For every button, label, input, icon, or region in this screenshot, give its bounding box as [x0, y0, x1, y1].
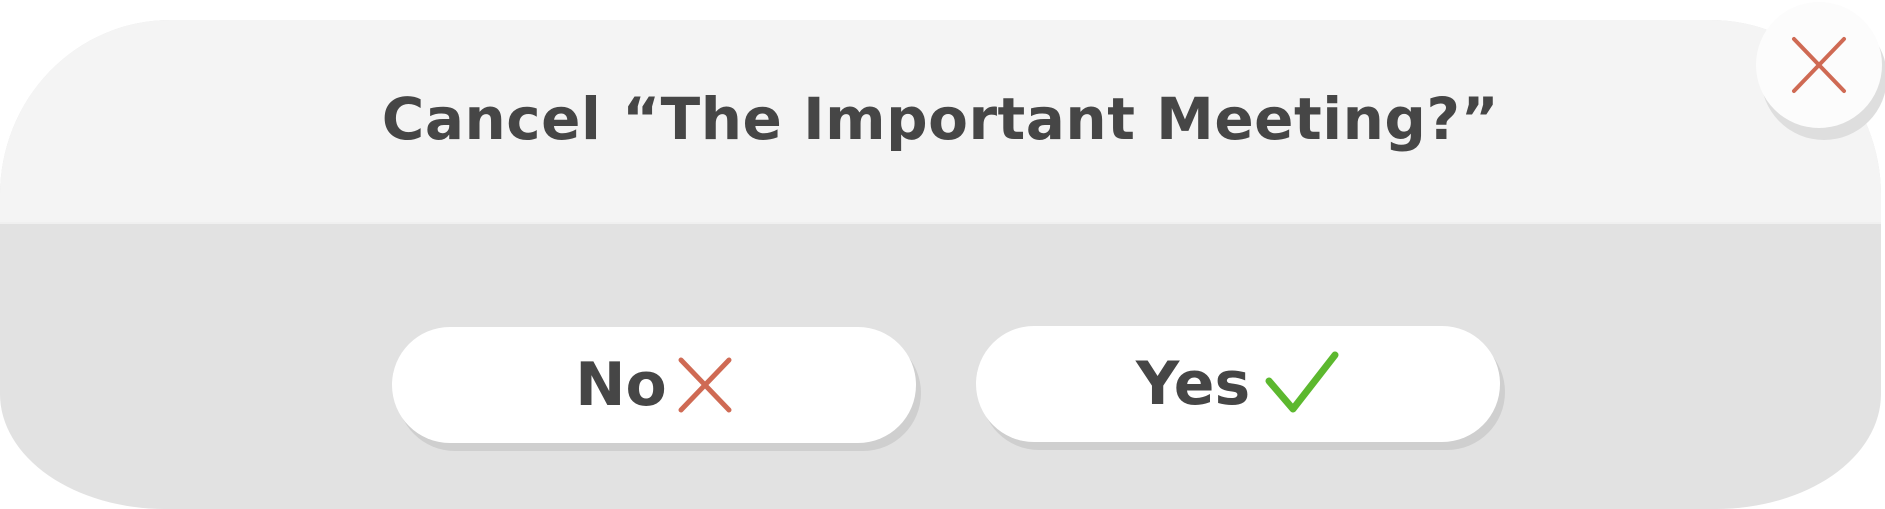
- cancel-meeting-dialog: Cancel “The Important Meeting?” No Yes: [0, 20, 1881, 509]
- x-mark-icon: [678, 357, 732, 413]
- close-button[interactable]: [1756, 2, 1882, 128]
- check-mark-icon: [1265, 351, 1339, 413]
- dialog-title: Cancel “The Important Meeting?”: [381, 85, 1500, 153]
- no-button-label: No: [575, 350, 667, 420]
- yes-button[interactable]: Yes: [976, 326, 1500, 442]
- yes-button-label: Yes: [1135, 349, 1251, 419]
- no-button[interactable]: No: [392, 327, 916, 443]
- dialog-header: Cancel “The Important Meeting?”: [0, 20, 1881, 224]
- close-icon: [1792, 37, 1846, 93]
